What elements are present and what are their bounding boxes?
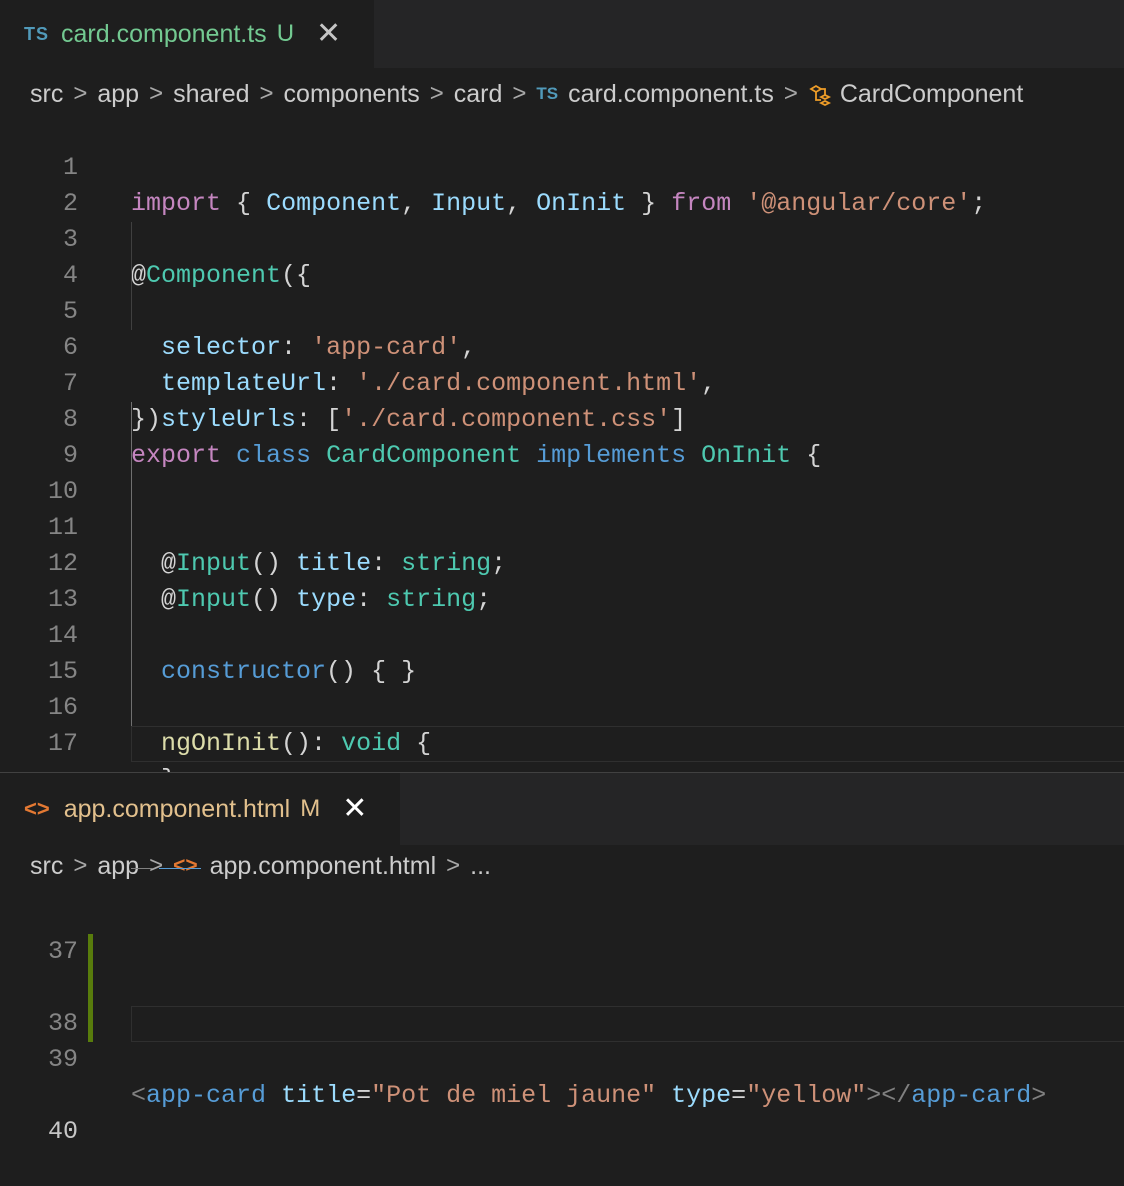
token: type	[671, 1081, 732, 1110]
chevron-right-icon: >	[783, 80, 798, 107]
token: =	[731, 1081, 747, 1110]
token: app-card	[146, 1081, 267, 1110]
breadcrumb-file[interactable]: card.component.ts	[568, 80, 774, 109]
code-line: 14	[0, 582, 1124, 650]
code-line: 11 @Input() type: string;	[0, 474, 1124, 614]
git-status-modified: M	[300, 795, 321, 822]
typescript-icon: TS	[536, 84, 559, 103]
code-line-current: 18 }	[0, 726, 1124, 866]
code-editor-html[interactable]: 37 38 39 <app-card title="Pot de miel ja…	[0, 898, 1124, 1146]
breadcrumb-item[interactable]: shared	[173, 80, 249, 109]
code-line: 17	[0, 690, 1124, 758]
typescript-icon: TS	[24, 23, 50, 44]
tab-bar: <> app.component.html M ✕	[0, 773, 1124, 845]
indent-guide	[131, 654, 132, 690]
code-line: 6 styleUrls: ['./card.component.css']	[0, 294, 1124, 434]
indent-guide	[131, 618, 132, 654]
code-editor-ts[interactable]: 1 import { Component, Input, OnInit } fr…	[0, 114, 1124, 866]
current-line-highlight	[131, 726, 1124, 762]
chevron-right-icon: >	[149, 80, 164, 107]
tab-card-component-ts[interactable]: TS card.component.ts U ✕	[0, 0, 374, 68]
indent-guide	[131, 510, 132, 546]
class-symbol-icon	[808, 80, 832, 109]
code-line: 16 }	[0, 654, 1124, 794]
code-line: 9	[0, 402, 1124, 470]
indent-guide	[131, 690, 132, 726]
token: =	[356, 1081, 372, 1110]
code-line: 4 selector: 'app-card',	[0, 222, 1124, 362]
indent-guide	[131, 402, 132, 438]
code-line: 38	[0, 934, 1124, 1038]
code-line: 2	[0, 150, 1124, 218]
breadcrumb-item[interactable]: card	[454, 80, 503, 109]
token: title	[281, 1081, 357, 1110]
breadcrumb-symbol[interactable]: CardComponent	[840, 80, 1023, 109]
chevron-right-icon: >	[73, 80, 88, 107]
code-line: 7 })	[0, 330, 1124, 434]
indent-guide	[131, 258, 132, 294]
indent-guide	[131, 474, 132, 510]
chevron-right-icon: >	[429, 80, 444, 107]
tab-app-component-html[interactable]: <> app.component.html M ✕	[0, 773, 400, 845]
close-icon[interactable]: ✕	[342, 794, 367, 824]
tab-filename: card.component.ts	[61, 19, 267, 48]
git-added-indicator	[88, 1006, 93, 1042]
code-line: 1 import { Component, Input, OnInit } fr…	[0, 114, 1124, 218]
breadcrumb-item[interactable]: components	[284, 80, 420, 109]
html-icon: <>	[24, 796, 50, 821]
indent-guide	[131, 546, 132, 582]
line-number: 40	[47, 1117, 78, 1146]
token: "Pot de miel jaune"	[371, 1081, 657, 1110]
code-line: 37	[0, 898, 1124, 966]
code-line: 15 ngOnInit(): void {	[0, 618, 1124, 758]
indent-guide	[131, 582, 132, 618]
code-line: 39 <app-card title="Pot de miel jaune" t…	[0, 970, 1124, 1110]
token: ></	[866, 1081, 912, 1110]
code-line: 8 export class CardComponent implements …	[0, 366, 1124, 470]
chevron-right-icon: >	[512, 80, 527, 107]
chevron-right-icon: >	[259, 80, 274, 107]
git-added-indicator	[88, 934, 93, 970]
git-status-untracked: U	[276, 20, 295, 47]
token: <	[131, 1081, 147, 1110]
code-line: 3 @Component({	[0, 186, 1124, 290]
code-line: 12	[0, 510, 1124, 578]
scrolled-line-fragment	[0, 868, 1124, 898]
current-line-highlight	[131, 1006, 1124, 1042]
indent-guide	[131, 294, 132, 330]
indent-guide	[131, 222, 132, 258]
git-added-indicator	[88, 970, 93, 1006]
code-line-current: 40	[0, 1006, 1124, 1146]
breadcrumb: src > app > shared > components > card >…	[30, 76, 1023, 112]
tab-filename: app.component.html	[63, 794, 291, 823]
code-line: 10 @Input() title: string;	[0, 438, 1124, 578]
indent-guide	[131, 438, 132, 474]
breadcrumb-item[interactable]: src	[30, 80, 63, 109]
tab-bar: TS card.component.ts U ✕	[0, 0, 1124, 68]
code-line: 13 constructor() { }	[0, 546, 1124, 686]
breadcrumb-item[interactable]: app	[97, 80, 139, 109]
token: "yellow"	[746, 1081, 867, 1110]
token: app-card	[911, 1081, 1032, 1110]
code-line: 5 templateUrl: './card.component.html',	[0, 258, 1124, 398]
token: >	[1031, 1081, 1047, 1110]
close-icon[interactable]: ✕	[316, 19, 341, 49]
